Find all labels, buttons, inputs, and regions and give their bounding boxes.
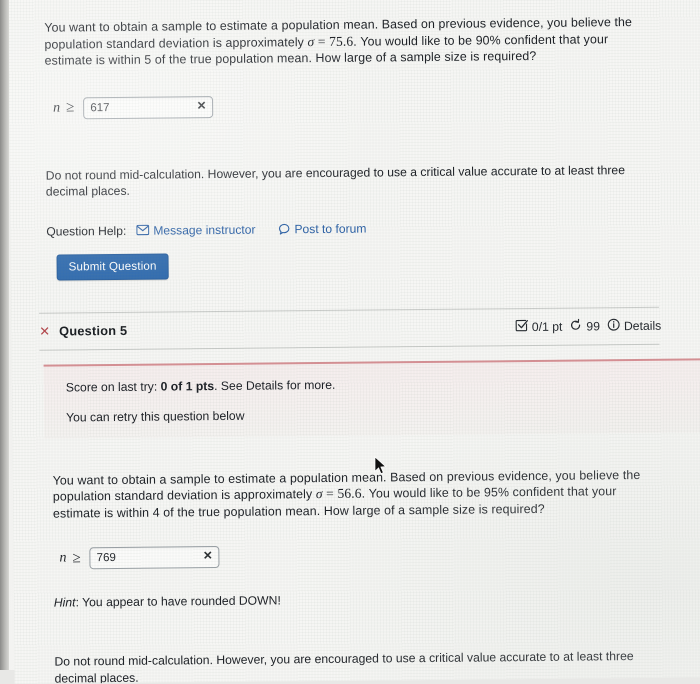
question-5-hint-text: : You appear to have rounded DOWN!: [75, 593, 280, 609]
question-5-answer-value: 769: [97, 552, 116, 564]
question-5-score-prefix: Score on last try:: [66, 379, 161, 394]
question-5-points-group: 0/1 pt: [515, 318, 563, 334]
envelope-icon: [136, 225, 149, 236]
question-5-attempts-group: 99: [569, 318, 600, 334]
question-4-help-row: Question Help: Message instructor Post t…: [46, 218, 644, 238]
info-circle-icon: [607, 318, 620, 334]
question-5-title: Question 5: [59, 323, 127, 339]
question-4-sigma-expression: σ = 75.6: [307, 33, 353, 48]
x-mark-icon: ✕: [39, 325, 50, 338]
question-5-prompt: You want to obtain a sample to estimate …: [53, 466, 641, 521]
equals-symbol: =: [326, 486, 334, 501]
assignment-page: You want to obtain a sample to estimate …: [8, 0, 700, 684]
question-5-answer-row: n ≥ 769 ✕: [59, 542, 641, 570]
close-x-icon[interactable]: ✕: [203, 551, 213, 563]
question-5-header-right: 0/1 pt 99 Details: [515, 317, 661, 334]
question-5-points-value: 0/1 pt: [532, 319, 563, 333]
question-5-block: You want to obtain a sample to estimate …: [12, 432, 700, 684]
question-5-n-label: n: [59, 550, 66, 566]
question-4-message-instructor-link[interactable]: Message instructor: [136, 222, 255, 237]
question-4-prompt: You want to obtain a sample to estimate …: [44, 14, 642, 69]
question-5-retry-line: You can retry this question below: [66, 404, 700, 424]
question-5-score-alert: Score on last try: 0 of 1 pts. See Detai…: [44, 358, 700, 438]
question-5-score-line: Score on last try: 0 of 1 pts. See Detai…: [66, 374, 700, 394]
photo-backdrop: You want to obtain a sample to estimate …: [0, 0, 700, 670]
question-5-header-left: ✕ Question 5: [39, 323, 127, 339]
equals-symbol: =: [318, 33, 326, 48]
screen-bezel-strip: [0, 0, 9, 670]
speech-bubble-icon: [278, 223, 290, 235]
checkbox-checked-icon: [515, 319, 528, 335]
question-4-note: Do not round mid-calculation. However, y…: [46, 161, 644, 200]
question-5-details-link[interactable]: Details: [624, 318, 661, 332]
question-5-sigma-expression: σ = 56.6: [316, 486, 362, 501]
close-x-icon[interactable]: ✕: [197, 101, 207, 113]
question-5-hint-label: Hint: [54, 595, 76, 609]
question-4-help-label: Question Help:: [46, 223, 126, 238]
question-4-block: You want to obtain a sample to estimate …: [8, 0, 700, 280]
sigma-value: 75.6: [329, 33, 353, 48]
sigma-value: 56.6: [337, 486, 361, 501]
question-4-answer-row: n ≥ 617 ✕: [53, 91, 643, 119]
question-5-attempts-value: 99: [586, 319, 600, 333]
question-5-operator: ≥: [72, 550, 80, 567]
question-4-answer-value: 617: [90, 102, 109, 114]
question-5-score-bold: 0 of 1 pts: [161, 379, 215, 394]
question-4-operator: ≥: [66, 99, 74, 116]
question-5-hint: Hint: You appear to have rounded DOWN!: [54, 590, 642, 610]
question-5-score-suffix: . See Details for more.: [214, 377, 335, 392]
question-4-message-instructor-label: Message instructor: [153, 222, 255, 237]
question-5-note: Do not round mid-calculation. However, y…: [54, 648, 642, 684]
question-5-answer-input[interactable]: 769 ✕: [90, 546, 220, 569]
sigma-symbol: σ: [316, 486, 323, 501]
question-4-n-label: n: [53, 100, 60, 116]
sigma-symbol: σ: [307, 34, 314, 49]
screen-content: You want to obtain a sample to estimate …: [8, 0, 700, 684]
question-4-post-to-forum-link[interactable]: Post to forum: [278, 221, 366, 236]
question-5-details-group[interactable]: Details: [607, 317, 661, 334]
question-4-answer-input[interactable]: 617 ✕: [83, 96, 213, 119]
question-4-post-to-forum-label: Post to forum: [294, 221, 366, 236]
question-4-submit-button[interactable]: Submit Question: [56, 253, 168, 280]
question-4-submit-wrap: Submit Question: [56, 248, 644, 280]
retry-arrow-icon: [569, 318, 582, 334]
